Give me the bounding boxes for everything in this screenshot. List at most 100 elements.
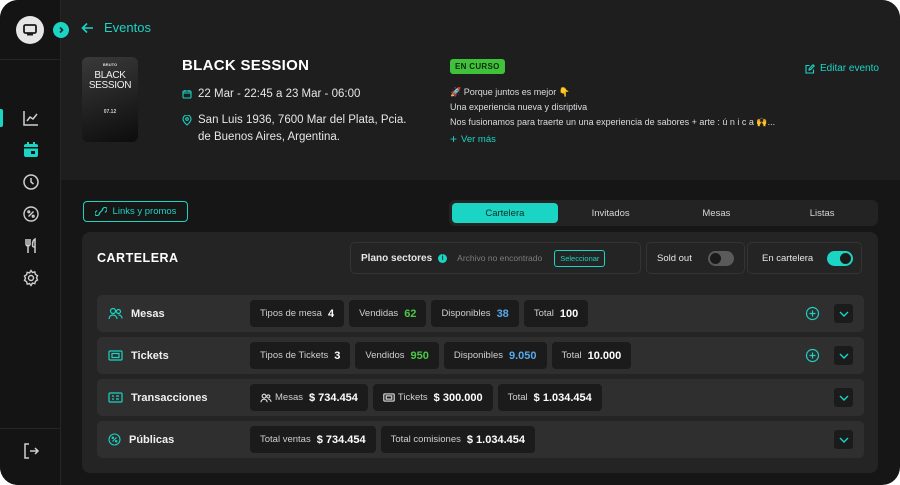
discount-icon (23, 206, 39, 222)
chart-line-icon (23, 111, 38, 126)
summary-row-mesas: Mesas Tipos de mesa 4 Vendidas 62 Disponib… (97, 295, 864, 332)
en-cartelera-box: En cartelera (747, 242, 862, 274)
info-icon[interactable]: i (438, 253, 448, 263)
poster-date: 07.12 (103, 109, 117, 115)
en-cartelera-toggle[interactable] (827, 250, 853, 266)
sidebar (0, 0, 61, 485)
description-line: Nos fusionamos para traerte un una exper… (450, 117, 776, 127)
stat-chip: Mesas $ 734.454 (250, 384, 368, 411)
see-more-link[interactable]: + Ver más (450, 133, 496, 145)
badge-percent-icon (108, 433, 121, 446)
stat-chip: Total 10.000 (551, 342, 632, 369)
calendar-icon (182, 90, 192, 99)
stat-chip: Vendidas 62 (349, 300, 427, 327)
clock-icon (23, 174, 39, 190)
logout-icon (24, 443, 40, 459)
stat-chip: Vendidos 950 (355, 342, 439, 369)
expand-transacciones-button[interactable] (834, 388, 853, 407)
stat-chip: Tipos de mesa 4 (250, 300, 345, 327)
receipt-icon (108, 392, 123, 403)
tab-cartelera[interactable]: Cartelera (452, 203, 558, 223)
calendar-icon (24, 142, 38, 157)
stat-chips: Total ventas $ 734.454 Total comisiones $ … (250, 426, 535, 453)
ticket-icon (383, 393, 395, 402)
back-label: Eventos (104, 20, 151, 35)
panel-title: CARTELERA (97, 251, 179, 265)
event-title: BLACK SESSION (182, 57, 310, 74)
status-badge: EN CURSO (450, 59, 505, 74)
nav-stats[interactable] (20, 107, 42, 129)
en-cartelera-label: En cartelera (762, 252, 814, 264)
map-pin-icon (182, 115, 192, 126)
chevron-down-icon (839, 395, 848, 401)
edit-event-link[interactable]: Editar evento (805, 63, 879, 74)
event-date: 22 Mar - 22:45 a 23 Mar - 06:00 (182, 88, 360, 100)
event-address: San Luis 1936, 7600 Mar del Plata, Pcia.… (198, 114, 407, 143)
event-date-text: 22 Mar - 22:45 a 23 Mar - 06:00 (198, 88, 361, 100)
edit-event-label: Editar evento (820, 63, 879, 74)
soldout-toggle[interactable] (708, 250, 734, 266)
description-line: Una experiencia nueva y disriptiva (450, 102, 588, 112)
soldout-label: Sold out (657, 252, 692, 264)
expand-mesas-button[interactable] (834, 304, 853, 323)
nav-events[interactable] (20, 139, 42, 161)
expand-publicas-button[interactable] (834, 430, 853, 449)
stat-chip: Total 100 (523, 300, 589, 327)
stat-chips: Mesas $ 734.454 Tickets $ 300.000 Total $ 1… (250, 384, 602, 411)
add-ticket-button[interactable] (805, 348, 820, 363)
users-icon (260, 393, 272, 402)
stat-chip: Tipos de Tickets 3 (250, 342, 351, 369)
description-line: 🚀 Porque juntos es mejor 👇 (450, 87, 570, 97)
gear-icon (23, 269, 39, 287)
stat-chip: Total ventas $ 734.454 (250, 426, 376, 453)
event-poster: BRUTO BLACK SESSION 07.12 (82, 57, 138, 142)
plus-circle-icon (805, 306, 820, 321)
poster-brand: BRUTO (102, 62, 118, 67)
chevron-right-icon (59, 26, 64, 34)
stat-chip: Tickets $ 300.000 (372, 384, 493, 411)
add-mesa-button[interactable] (805, 306, 820, 321)
sidebar-collapse-button[interactable] (53, 22, 69, 38)
stat-chips: Tipos de mesa 4 Vendidas 62 Disponibles 38 … (250, 300, 589, 327)
utensils-icon (25, 237, 36, 253)
poster-title: BLACK SESSION (88, 70, 132, 91)
arrow-left-icon (81, 22, 93, 33)
plus-circle-icon (805, 348, 820, 363)
tab-mesas[interactable]: Mesas (664, 203, 770, 223)
select-file-button[interactable]: Seleccionar (554, 249, 606, 267)
sidebar-divider-top (0, 59, 61, 60)
row-label: Transacciones (108, 379, 207, 416)
summary-row-publicas: Públicas Total ventas $ 734.454 Total com… (97, 421, 864, 458)
stat-chips: Tipos de Tickets 3 Vendidos 950 Disponible… (250, 342, 632, 369)
plano-sectores-label: Plano sectores (361, 252, 433, 264)
stat-chip: Disponibles 9.050 (443, 342, 547, 369)
file-status: Archivo no encontrado (457, 253, 543, 263)
plano-sectores-box: Plano sectores i Archivo no encontrado S… (350, 242, 641, 274)
nav-history[interactable] (20, 171, 42, 193)
link-icon (94, 207, 107, 216)
chevron-down-icon (839, 353, 848, 359)
ticket-icon (108, 350, 123, 361)
toggle-knob (710, 252, 721, 264)
app-window: Eventos BRUTO BLACK SESSION 07.12 BLACK … (0, 0, 900, 485)
links-promos-button[interactable]: Links y promos (83, 201, 188, 222)
stat-chip: Total comisiones $ 1.034.454 (380, 426, 535, 453)
edit-icon (805, 63, 815, 74)
users-icon (108, 307, 123, 320)
brand-logo[interactable] (16, 16, 44, 44)
nav-promos[interactable] (20, 203, 42, 225)
expand-tickets-button[interactable] (834, 346, 853, 365)
soldout-box: Sold out (646, 242, 745, 274)
toggle-knob (840, 252, 851, 264)
section-tabs: Cartelera Invitados Mesas Listas (449, 200, 878, 226)
chevron-down-icon (839, 437, 848, 443)
chevron-down-icon (839, 311, 848, 317)
sidebar-divider-bottom (0, 428, 61, 429)
logout-button[interactable] (20, 440, 42, 462)
tab-invitados[interactable]: Invitados (558, 203, 664, 223)
row-label: Mesas (108, 295, 165, 332)
nav-menu[interactable] (20, 235, 42, 257)
back-link[interactable]: Eventos (81, 20, 151, 35)
nav-settings[interactable] (20, 267, 42, 289)
tab-listas[interactable]: Listas (769, 203, 875, 223)
